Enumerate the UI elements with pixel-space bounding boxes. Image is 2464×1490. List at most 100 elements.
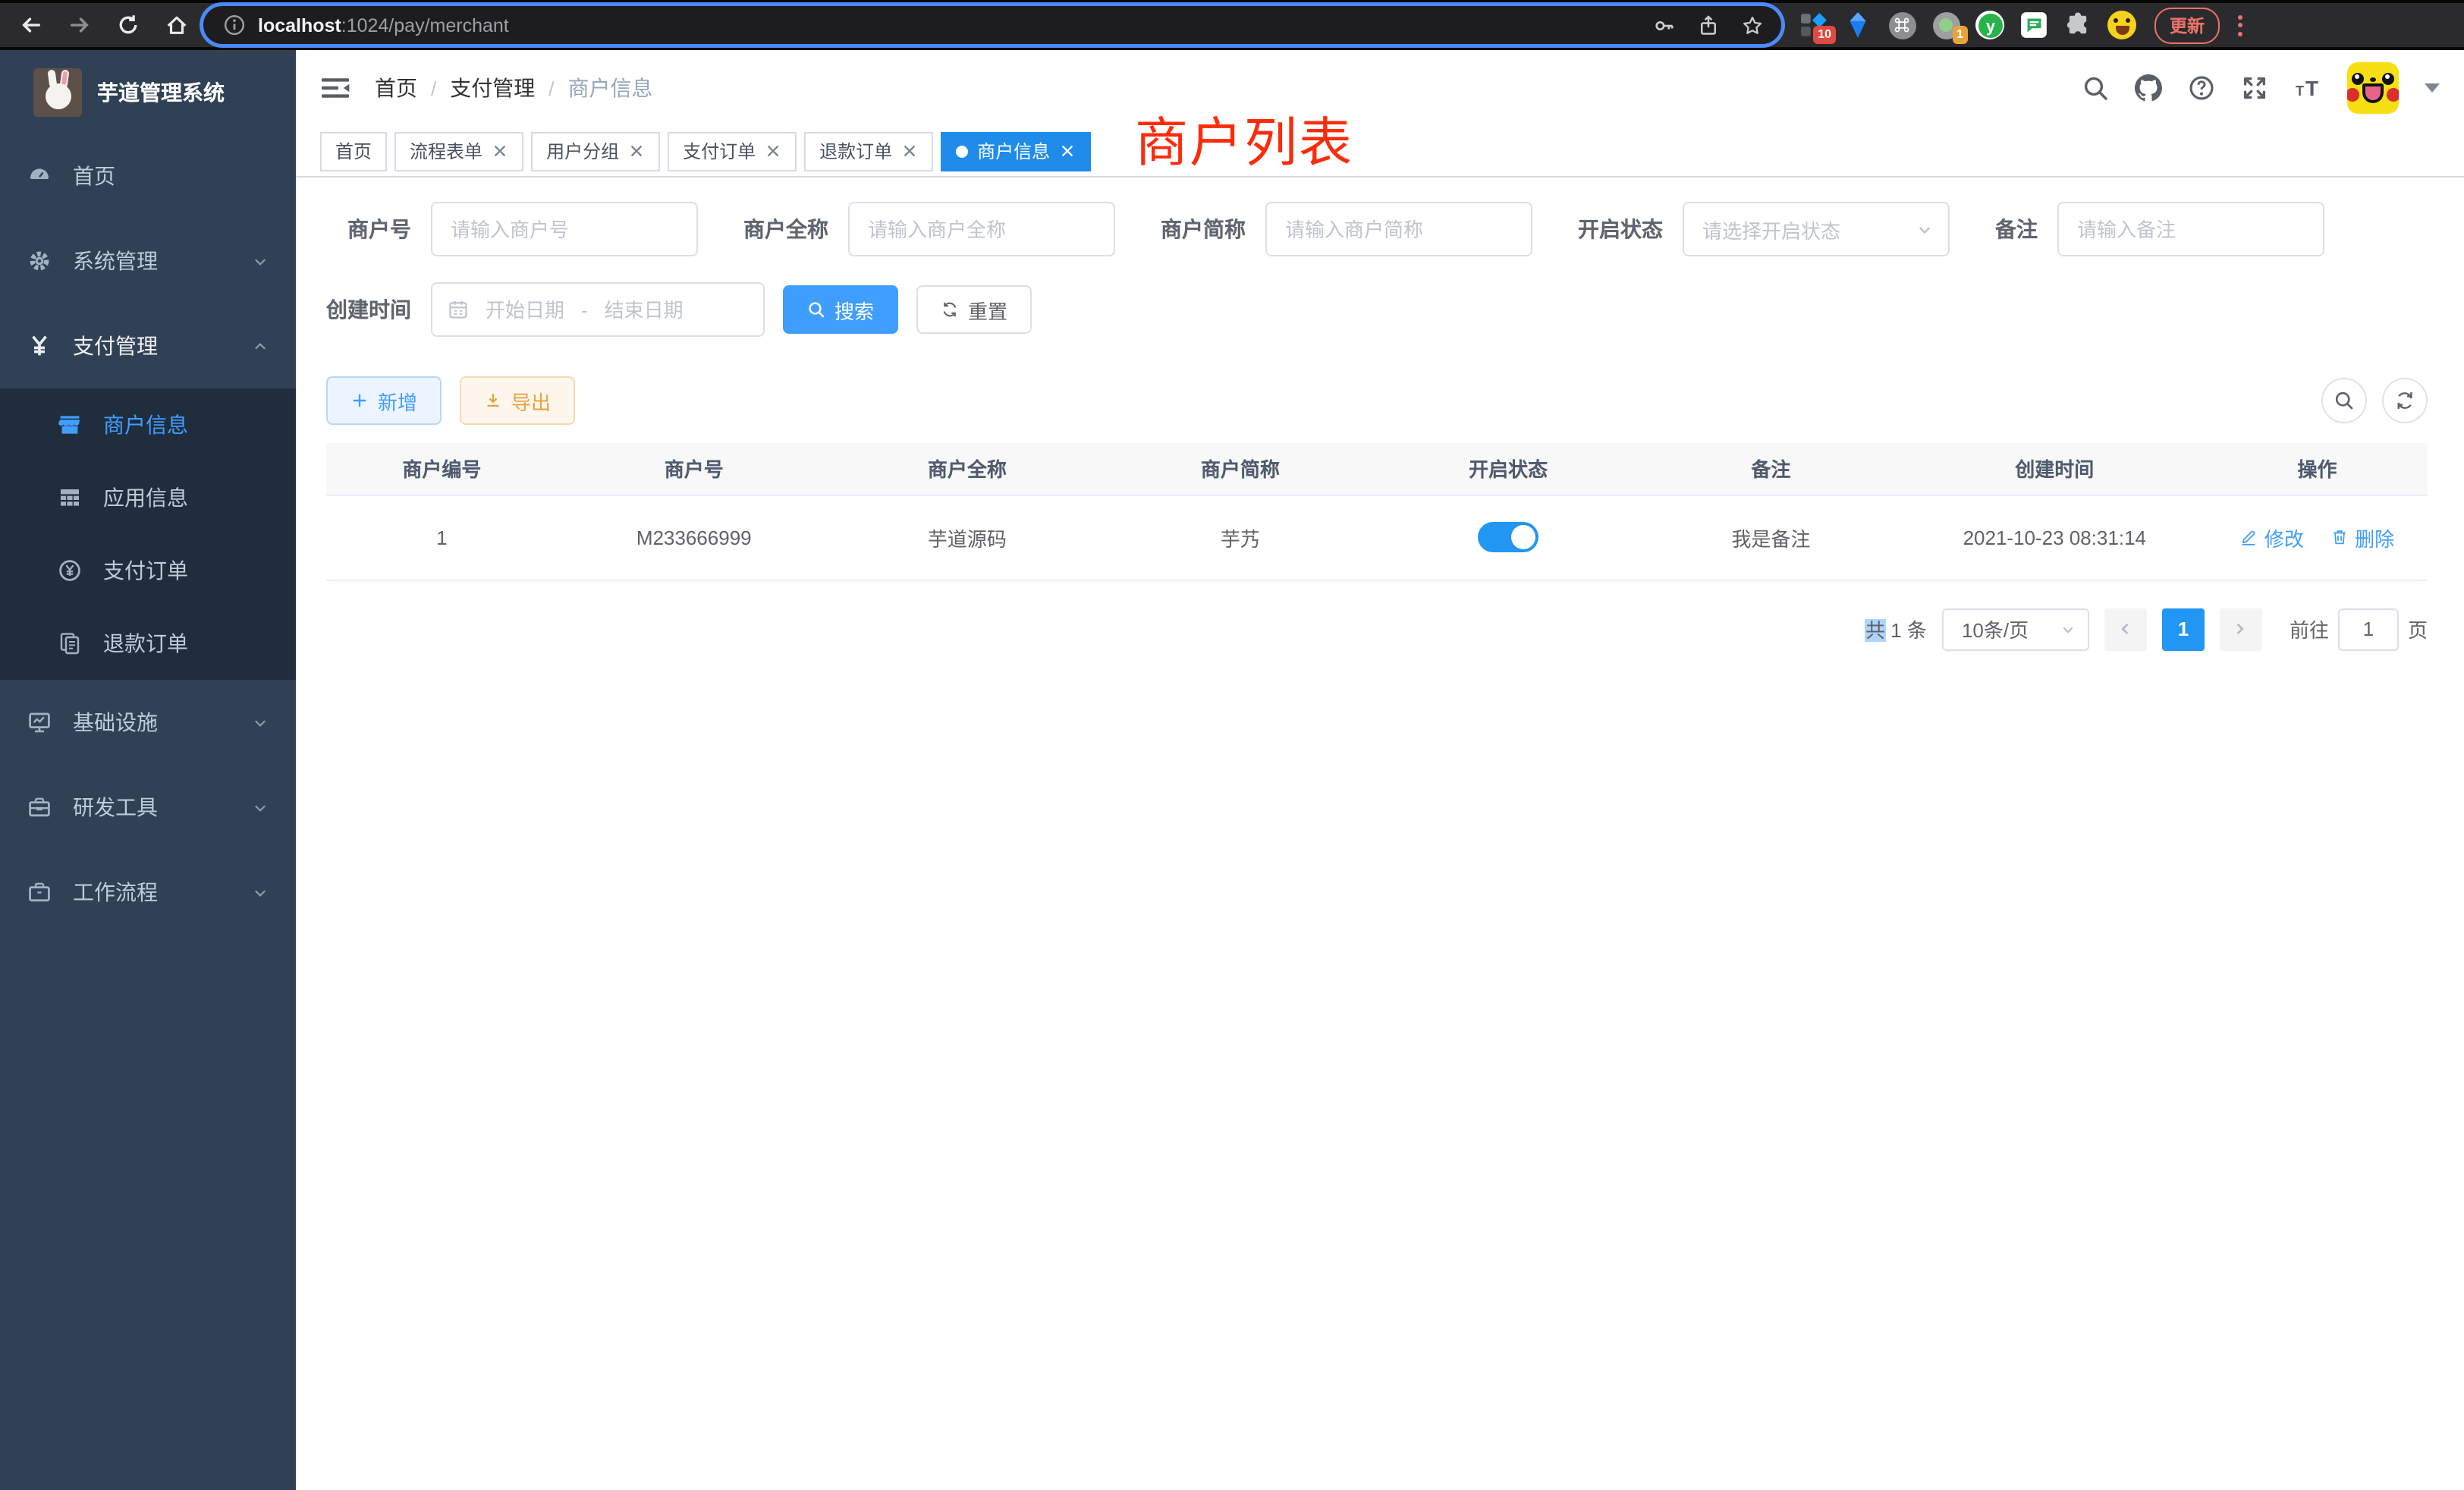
sidebar-item-app-info[interactable]: 应用信息 xyxy=(0,461,296,534)
breadcrumb: 首页 / 支付管理 / 商户信息 xyxy=(375,73,653,103)
full-name-label: 商户全称 xyxy=(743,214,828,244)
toolbox-icon xyxy=(27,795,52,819)
tab-merchant-info[interactable]: 商户信息 xyxy=(941,131,1091,171)
extension-meet-icon[interactable]: 1 xyxy=(1931,11,1960,39)
svg-text:T: T xyxy=(2305,77,2318,100)
monitor-icon xyxy=(27,710,52,734)
extension-command-icon[interactable] xyxy=(1887,11,1916,39)
tab-user-group[interactable]: 用户分组 xyxy=(531,131,660,171)
reload-icon[interactable] xyxy=(115,13,140,37)
tab-pay-order[interactable]: 支付订单 xyxy=(668,131,797,171)
extension-y-icon[interactable]: y xyxy=(1975,11,2004,39)
breadcrumb-home[interactable]: 首页 xyxy=(375,73,417,103)
next-page-button[interactable] xyxy=(2220,608,2262,650)
chevron-down-icon xyxy=(252,884,269,901)
refresh-table-button[interactable] xyxy=(2382,378,2428,423)
merchant-no-input[interactable] xyxy=(431,202,698,256)
close-icon[interactable] xyxy=(628,143,645,159)
yen-icon xyxy=(27,334,52,358)
app-title: 芋道管理系统 xyxy=(97,77,225,107)
extension-tiles-icon[interactable]: 10 xyxy=(1799,11,1828,39)
browser-update-button[interactable]: 更新 xyxy=(2154,7,2220,43)
close-icon[interactable] xyxy=(1059,143,1076,159)
extensions-puzzle-icon[interactable] xyxy=(2063,11,2092,39)
search-button[interactable]: 搜索 xyxy=(783,285,898,334)
pagination: 共 1 条 10条/页 1 前往 页 xyxy=(326,608,2428,650)
page-size-select[interactable]: 10条/页 xyxy=(1942,608,2089,650)
page-number-1[interactable]: 1 xyxy=(2162,608,2205,650)
active-dot xyxy=(956,145,968,157)
reset-button[interactable]: 重置 xyxy=(916,285,1032,334)
key-icon[interactable] xyxy=(1654,14,1675,36)
user-avatar[interactable] xyxy=(2347,62,2399,114)
home-icon[interactable] xyxy=(164,13,188,37)
top-navbar: 首页 / 支付管理 / 商户信息 xyxy=(296,50,2464,126)
cell-merchant-no: M233666999 xyxy=(558,495,831,580)
chevron-right-icon xyxy=(2233,621,2249,637)
close-icon[interactable] xyxy=(901,143,918,159)
extension-chat-icon[interactable] xyxy=(2019,11,2048,39)
app-logo[interactable]: 芋道管理系统 xyxy=(0,50,296,134)
table-header-row: 商户编号 商户号 商户全称 商户简称 开启状态 备注 创建时间 操作 xyxy=(326,443,2428,495)
back-icon[interactable] xyxy=(18,13,42,37)
dashboard-icon xyxy=(27,164,52,188)
breadcrumb-payment[interactable]: 支付管理 xyxy=(450,73,535,103)
sidebar-item-pay-order[interactable]: 支付订单 xyxy=(0,534,296,607)
sidebar-item-dev-tools[interactable]: 研发工具 xyxy=(0,765,296,850)
close-icon[interactable] xyxy=(765,143,781,159)
fullscreen-icon[interactable] xyxy=(2241,74,2268,102)
delete-link[interactable]: 删除 xyxy=(2330,523,2394,552)
profile-emoji-icon[interactable] xyxy=(2107,11,2136,39)
url-bar[interactable]: localhost:1024/pay/merchant xyxy=(203,6,1781,44)
font-size-icon[interactable]: TT xyxy=(2294,74,2321,102)
short-name-input[interactable] xyxy=(1265,202,1532,256)
sidebar-item-infrastructure[interactable]: 基础设施 xyxy=(0,680,296,765)
sidebar-item-payment[interactable]: 支付管理 xyxy=(0,303,296,388)
col-created-at: 创建时间 xyxy=(1902,443,2207,495)
svg-text:y: y xyxy=(1985,16,1995,35)
help-icon[interactable] xyxy=(2188,74,2215,102)
status-select[interactable]: 请选择开启状态 xyxy=(1683,202,1950,256)
bookmark-star-icon[interactable] xyxy=(1742,14,1763,36)
navbar-actions: TT xyxy=(2082,62,2440,114)
end-date-input[interactable] xyxy=(597,298,691,321)
chevron-up-icon xyxy=(252,338,269,354)
sidebar-item-system[interactable]: 系统管理 xyxy=(0,218,296,303)
merchant-table: 商户编号 商户号 商户全称 商户简称 开启状态 备注 创建时间 操作 1 xyxy=(326,443,2428,580)
goto-page-input[interactable] xyxy=(2338,608,2399,650)
sidebar-item-merchant-info[interactable]: 商户信息 xyxy=(0,388,296,461)
annotation-title: 商户列表 xyxy=(1135,100,1353,178)
close-icon[interactable] xyxy=(492,143,508,159)
sidebar-item-home[interactable]: 首页 xyxy=(0,134,296,218)
export-button[interactable]: 导出 xyxy=(460,376,575,425)
date-range-picker[interactable]: - xyxy=(431,282,765,337)
chevron-down-icon xyxy=(2060,621,2076,637)
share-icon[interactable] xyxy=(1698,14,1719,36)
url-host: localhost xyxy=(258,14,341,36)
storefront-icon xyxy=(58,413,82,437)
edit-icon xyxy=(2240,528,2258,546)
status-toggle[interactable] xyxy=(1478,522,1538,552)
browser-menu-icon[interactable] xyxy=(2232,11,2249,39)
sidebar-item-workflow[interactable]: 工作流程 xyxy=(0,850,296,935)
forward-icon[interactable] xyxy=(67,13,91,37)
sidebar-item-refund-order[interactable]: 退款订单 xyxy=(0,607,296,680)
edit-link[interactable]: 修改 xyxy=(2240,523,2304,552)
prev-page-button[interactable] xyxy=(2104,608,2147,650)
chevron-down-icon xyxy=(252,253,269,269)
start-date-input[interactable] xyxy=(478,298,572,321)
add-button[interactable]: 新增 xyxy=(326,376,442,425)
full-name-input[interactable] xyxy=(848,202,1115,256)
extension-gem-icon[interactable] xyxy=(1843,11,1872,39)
sidebar: 芋道管理系统 首页 系统管理 xyxy=(0,50,296,1490)
remark-input[interactable] xyxy=(2057,202,2324,256)
avatar-caret-icon[interactable] xyxy=(2425,83,2440,93)
sidebar-fold-icon[interactable] xyxy=(320,73,350,103)
tab-refund-order[interactable]: 退款订单 xyxy=(804,131,933,171)
show-search-button[interactable] xyxy=(2321,378,2367,423)
tab-process-form[interactable]: 流程表单 xyxy=(394,131,523,171)
github-icon[interactable] xyxy=(2135,74,2162,102)
tab-home[interactable]: 首页 xyxy=(320,131,387,171)
search-icon[interactable] xyxy=(2082,74,2109,102)
site-info-icon[interactable] xyxy=(222,13,246,37)
